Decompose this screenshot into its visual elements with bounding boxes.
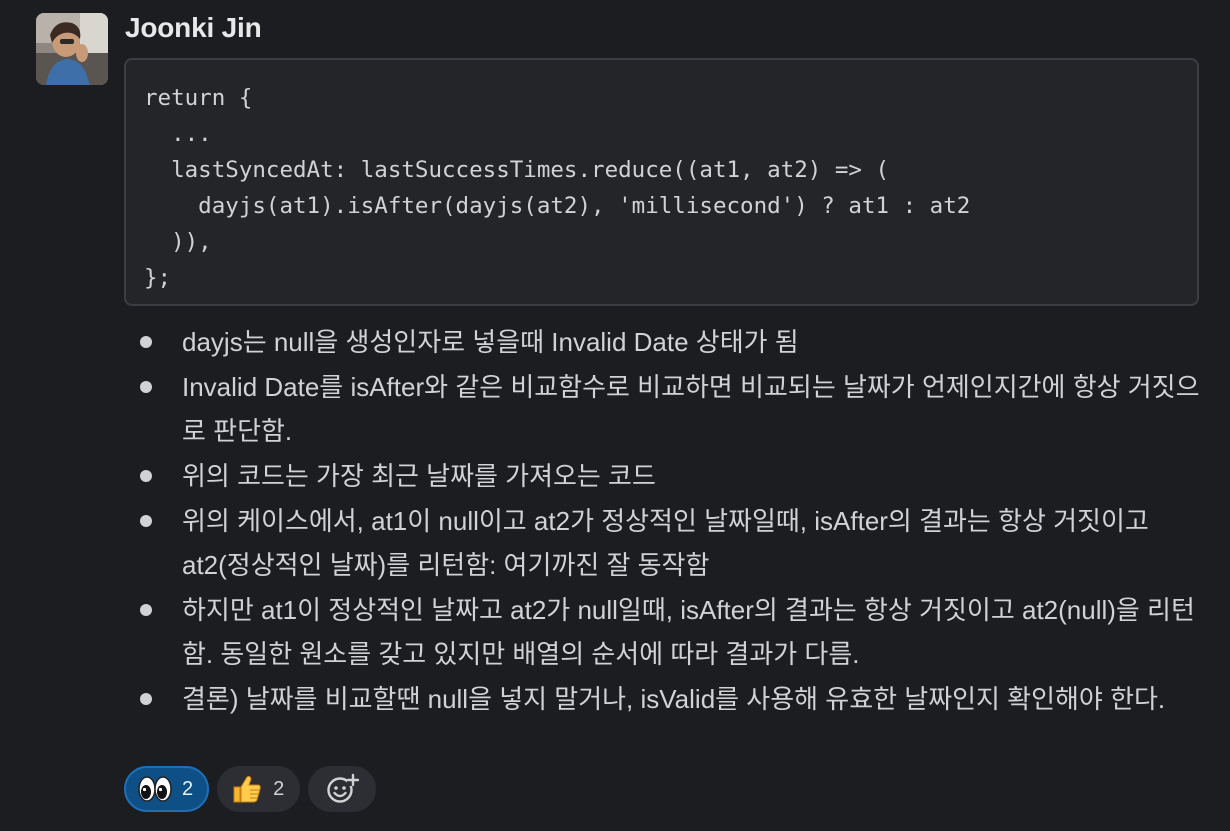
bullet-dot-icon bbox=[140, 693, 152, 705]
list-item-text: Invalid Date를 isAfter와 같은 비교함수로 비교하면 비교되… bbox=[182, 372, 1200, 446]
add-reaction-icon bbox=[327, 773, 360, 803]
bullet-dot-icon bbox=[140, 515, 152, 527]
author-name[interactable]: Joonki Jin bbox=[125, 10, 262, 46]
list-item-text: 위의 코드는 가장 최근 날짜를 가져오는 코드 bbox=[182, 461, 656, 491]
reaction-thumbs-up-button[interactable]: 2 bbox=[217, 766, 301, 812]
avatar-photo-icon bbox=[36, 13, 108, 85]
bullet-dot-icon bbox=[140, 470, 152, 482]
code-block: return { ... lastSyncedAt: lastSuccessTi… bbox=[124, 58, 1199, 306]
reaction-count: 2 bbox=[273, 777, 285, 800]
reaction-count: 2 bbox=[182, 777, 194, 800]
add-reaction-button[interactable] bbox=[308, 766, 377, 812]
list-item: 결론) 날짜를 비교할땐 null을 넣지 말거나, isValid를 사용해 … bbox=[130, 677, 1200, 721]
bullet-dot-icon bbox=[140, 604, 152, 616]
avatar[interactable] bbox=[36, 13, 108, 85]
reaction-eyes-button[interactable]: 2 bbox=[124, 766, 210, 812]
list-item: 위의 케이스에서, at1이 null이고 at2가 정상적인 날짜일때, is… bbox=[130, 499, 1200, 587]
list-item: Invalid Date를 isAfter와 같은 비교함수로 비교하면 비교되… bbox=[130, 365, 1200, 453]
list-item: 위의 코드는 가장 최근 날짜를 가져오는 코드 bbox=[130, 454, 1200, 498]
message: Joonki Jin return { ... lastSyncedAt: la… bbox=[0, 0, 1230, 831]
reaction-bar: 2 2 bbox=[124, 766, 377, 812]
bullet-dot-icon bbox=[140, 381, 152, 393]
list-item-text: 위의 케이스에서, at1이 null이고 at2가 정상적인 날짜일때, is… bbox=[182, 506, 1149, 580]
bullet-dot-icon bbox=[140, 336, 152, 348]
bullet-list: dayjs는 null을 생성인자로 넣을때 Invalid Date 상태가 … bbox=[130, 320, 1200, 722]
eyes-icon bbox=[138, 776, 172, 802]
list-item: 하지만 at1이 정상적인 날짜고 at2가 null일때, isAfter의 … bbox=[130, 588, 1200, 676]
code-text: return { ... lastSyncedAt: lastSuccessTi… bbox=[144, 85, 971, 291]
list-item-text: 결론) 날짜를 비교할땐 null을 넣지 말거나, isValid를 사용해 … bbox=[182, 684, 1166, 714]
list-item-text: dayjs는 null을 생성인자로 넣을때 Invalid Date 상태가 … bbox=[182, 327, 799, 357]
list-item: dayjs는 null을 생성인자로 넣을때 Invalid Date 상태가 … bbox=[130, 320, 1200, 364]
thumbs-up-icon bbox=[233, 775, 261, 803]
list-item-text: 하지만 at1이 정상적인 날짜고 at2가 null일때, isAfter의 … bbox=[182, 595, 1195, 669]
